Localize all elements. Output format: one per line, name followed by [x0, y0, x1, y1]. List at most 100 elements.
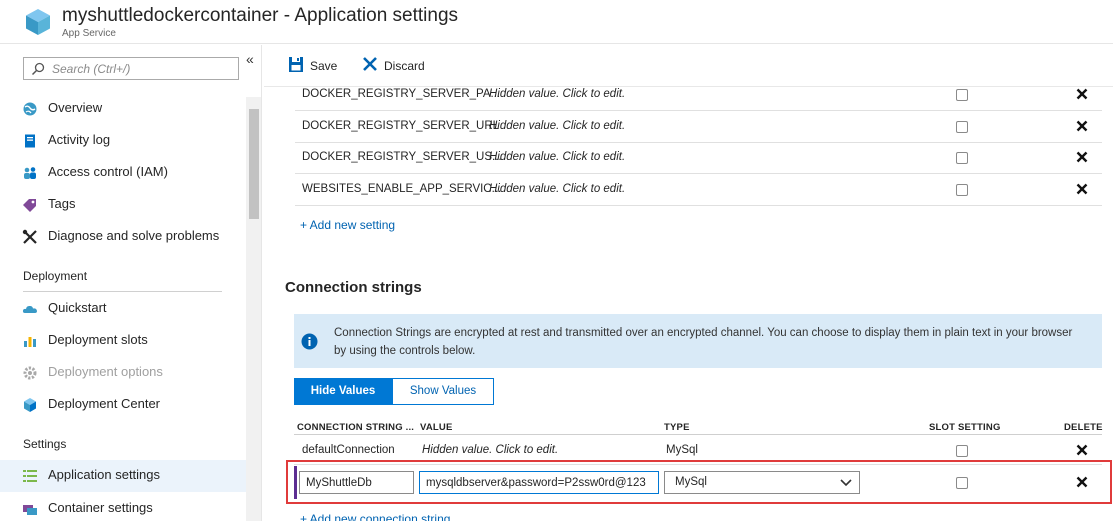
sidebar-item-tags[interactable]: Tags	[0, 189, 246, 221]
sidebar-item-label: Container settings	[48, 500, 153, 515]
table-row: defaultConnection Hidden value. Click to…	[294, 436, 1102, 465]
column-header-delete: DELETE	[1064, 422, 1103, 433]
column-header-slot-setting: SLOT SETTING	[929, 422, 1001, 433]
sidebar-item-label: Deployment Center	[48, 396, 160, 411]
sidebar-scrollbar-thumb[interactable]	[249, 109, 259, 219]
table-row: DOCKER_REGISTRY_SERVER_PA... Hidden valu…	[295, 79, 1102, 111]
show-values-button[interactable]: Show Values	[392, 378, 494, 405]
discard-button[interactable]: Discard	[362, 55, 432, 77]
section-divider	[23, 291, 222, 292]
hide-values-button[interactable]: Hide Values	[294, 378, 392, 405]
cloud-icon	[22, 305, 37, 313]
save-label: Save	[310, 59, 338, 73]
sidebar-item-label: Deployment slots	[48, 332, 148, 347]
sidebar-item-deployment-center[interactable]: Deployment Center	[0, 389, 246, 421]
sidebar-search[interactable]	[23, 57, 239, 80]
discard-label: Discard	[384, 59, 425, 73]
info-icon	[301, 333, 318, 350]
people-icon	[24, 167, 36, 179]
slot-setting-checkbox[interactable]	[956, 152, 968, 164]
column-header-type: TYPE	[664, 422, 690, 433]
delete-icon[interactable]	[1076, 476, 1088, 488]
book-icon	[25, 134, 35, 148]
table-row: WEBSITES_ENABLE_APP_SERVIC... Hidden val…	[295, 174, 1102, 206]
sidebar-item-application-settings[interactable]: Application settings	[0, 460, 246, 492]
sidebar-item-label: Diagnose and solve problems	[48, 228, 220, 243]
sidebar-item-label: Access control (IAM)	[48, 164, 168, 179]
cube-icon	[24, 398, 36, 412]
slot-setting-checkbox[interactable]	[956, 121, 968, 133]
table-header-divider	[294, 434, 1102, 435]
section-title-settings: Settings	[23, 437, 67, 451]
slot-setting-checkbox[interactable]	[956, 445, 968, 457]
delete-icon[interactable]	[1076, 120, 1088, 132]
row-edit-indicator	[294, 466, 297, 499]
info-banner: Connection Strings are encrypted at rest…	[294, 314, 1102, 368]
setting-name: DOCKER_REGISTRY_SERVER_PA...	[302, 88, 501, 100]
setting-value[interactable]: Hidden value. Click to edit.	[489, 151, 625, 163]
container-icon	[23, 505, 37, 515]
sidebar-item-label: Application settings	[48, 467, 161, 482]
connection-name: defaultConnection	[302, 444, 395, 456]
add-new-setting-link[interactable]: + Add new setting	[300, 218, 395, 232]
section-title-deployment: Deployment	[23, 269, 88, 283]
app-service-cube-icon	[26, 9, 50, 35]
table-row: DOCKER_REGISTRY_SERVER_US... Hidden valu…	[295, 142, 1102, 174]
collapse-sidebar-button[interactable]: «	[246, 51, 254, 67]
sidebar-item-access-control[interactable]: Access control (IAM)	[0, 157, 246, 189]
delete-icon[interactable]	[1076, 151, 1088, 163]
sidebar-item-container-settings[interactable]: Container settings	[0, 493, 246, 521]
sidebar-item-label: Overview	[48, 100, 103, 115]
save-icon	[289, 57, 303, 72]
list-icon	[23, 470, 37, 482]
delete-icon[interactable]	[1076, 444, 1088, 456]
connection-type: MySql	[666, 444, 698, 456]
sidebar-item-deployment-options[interactable]: Deployment options	[0, 357, 246, 389]
tag-icon	[23, 199, 36, 212]
search-input[interactable]	[52, 61, 232, 77]
delete-icon[interactable]	[1076, 88, 1088, 100]
slot-setting-checkbox[interactable]	[956, 477, 968, 489]
sidebar: « Overview Activity log Access	[0, 45, 262, 521]
setting-value[interactable]: Hidden value. Click to edit.	[489, 183, 625, 195]
slots-icon	[24, 337, 36, 347]
save-button[interactable]: Save	[288, 55, 348, 77]
sidebar-item-activity-log[interactable]: Activity log	[0, 125, 246, 157]
sidebar-item-quickstart[interactable]: Quickstart	[0, 293, 246, 325]
delete-icon[interactable]	[1076, 183, 1088, 195]
info-text: Connection Strings are encrypted at rest…	[334, 327, 1073, 357]
search-icon	[31, 62, 45, 76]
setting-value[interactable]: Hidden value. Click to edit.	[489, 120, 625, 132]
table-row: DOCKER_REGISTRY_SERVER_URL Hidden value.…	[295, 111, 1102, 143]
connection-type-selected: MySql	[675, 476, 707, 488]
sidebar-item-label: Deployment options	[48, 364, 163, 379]
sidebar-item-diagnose[interactable]: Diagnose and solve problems	[0, 221, 246, 253]
column-header-name: CONNECTION STRING ...	[297, 422, 415, 433]
connection-value-input[interactable]	[419, 471, 659, 494]
connection-name-input[interactable]	[299, 471, 414, 494]
add-new-connection-string-link[interactable]: + Add new connection string	[300, 512, 450, 521]
slot-setting-checkbox[interactable]	[956, 89, 968, 101]
table-row-editing: MySql	[294, 466, 1102, 499]
close-icon	[363, 57, 377, 71]
sidebar-item-label: Quickstart	[48, 300, 107, 315]
connection-type-select[interactable]: MySql	[664, 471, 860, 494]
section-heading-connection-strings: Connection strings	[285, 279, 422, 296]
connection-value[interactable]: Hidden value. Click to edit.	[422, 444, 558, 456]
slot-setting-checkbox[interactable]	[956, 184, 968, 196]
page-title: myshuttledockercontainer - Application s…	[62, 5, 459, 26]
column-header-value: VALUE	[420, 422, 453, 433]
setting-value[interactable]: Hidden value. Click to edit.	[489, 88, 625, 100]
gear-icon	[23, 366, 37, 380]
sidebar-item-label: Tags	[48, 196, 76, 211]
setting-name: DOCKER_REGISTRY_SERVER_URL	[302, 120, 500, 132]
wrench-icon	[22, 229, 37, 244]
setting-name: WEBSITES_ENABLE_APP_SERVIC...	[302, 183, 502, 195]
sidebar-item-label: Activity log	[48, 132, 111, 147]
sidebar-item-overview[interactable]: Overview	[0, 93, 246, 125]
setting-name: DOCKER_REGISTRY_SERVER_US...	[302, 151, 502, 163]
sidebar-item-deployment-slots[interactable]: Deployment slots	[0, 325, 246, 357]
page-subtitle: App Service	[62, 28, 116, 39]
chevron-down-icon	[840, 479, 852, 487]
blade-header: myshuttledockercontainer - Application s…	[0, 0, 1113, 44]
